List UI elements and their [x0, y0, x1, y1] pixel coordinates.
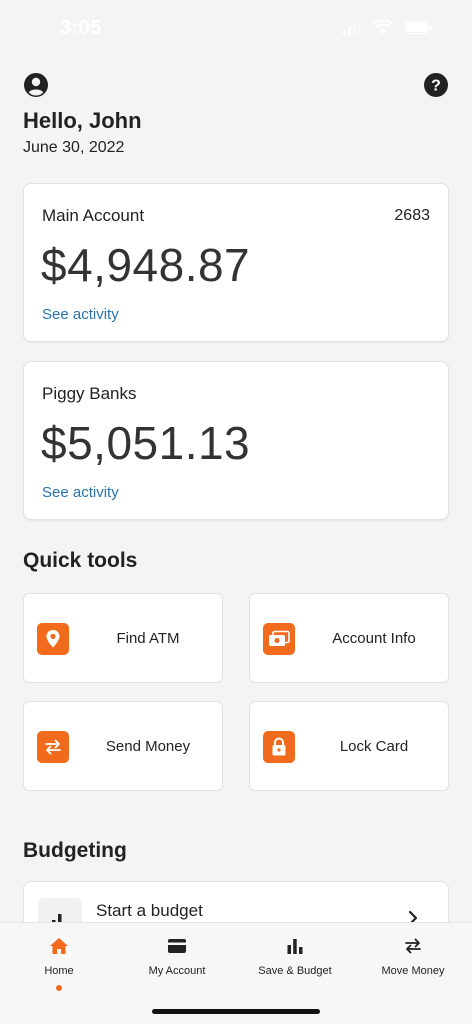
svg-text:?: ? — [431, 78, 441, 95]
greeting: Hello, John — [23, 108, 142, 133]
battery-icon — [405, 21, 432, 34]
transfer-arrows-icon — [37, 731, 69, 763]
current-date: June 30, 2022 — [23, 139, 125, 156]
profile-icon[interactable] — [23, 72, 49, 98]
status-icons — [343, 20, 432, 35]
find-atm-button[interactable]: Find ATM — [23, 593, 223, 683]
budget-card-title: Start a budget — [96, 901, 203, 920]
home-indicator — [152, 1009, 320, 1014]
home-screen: 3:05 ? Hello, John June 30, 2022 Main Ac… — [0, 0, 472, 1024]
see-activity-link[interactable]: See activity — [42, 306, 119, 323]
piggy-banks-card[interactable]: Piggy Banks $5,051.13 See activity — [23, 361, 449, 520]
home-icon — [50, 938, 68, 954]
nav-label: Save & Budget — [258, 965, 332, 977]
wifi-icon — [373, 20, 393, 34]
nav-home[interactable]: Home — [0, 935, 118, 995]
signal-icon — [343, 20, 361, 35]
card-icon — [168, 939, 186, 953]
active-indicator — [56, 985, 62, 991]
account-info-button[interactable]: Account Info — [249, 593, 449, 683]
quick-tools-title: Quick tools — [23, 549, 138, 572]
tool-label: Find ATM — [116, 630, 180, 647]
nav-move-money[interactable]: Move Money — [354, 935, 472, 995]
status-time: 3:05 — [60, 17, 103, 39]
account-title: Piggy Banks — [42, 384, 137, 403]
account-balance: $4,948.87 — [41, 239, 251, 291]
nav-save-budget[interactable]: Save & Budget — [236, 935, 354, 995]
send-money-button[interactable]: Send Money — [23, 701, 223, 791]
main-account-card[interactable]: Main Account 2683 $4,948.87 See activity — [23, 183, 449, 342]
lock-card-button[interactable]: Lock Card — [249, 701, 449, 791]
tool-label: Send Money — [105, 738, 191, 755]
account-balance: $5,051.13 — [41, 417, 251, 469]
tool-label: Lock Card — [339, 738, 409, 755]
account-title: Main Account — [42, 206, 145, 225]
nav-label: Home — [44, 965, 74, 977]
budgeting-title: Budgeting — [23, 839, 127, 862]
nav-label: Move Money — [381, 965, 445, 977]
tool-label: Account Info — [332, 630, 416, 647]
help-icon[interactable]: ? — [423, 72, 449, 98]
bar-chart-icon — [287, 939, 303, 954]
see-activity-link[interactable]: See activity — [42, 484, 119, 501]
nav-my-account[interactable]: My Account — [118, 935, 236, 995]
lock-icon — [263, 731, 295, 763]
account-number: 2683 — [394, 207, 430, 224]
status-bar: 3:05 — [0, 0, 472, 56]
money-bill-icon — [263, 623, 295, 655]
nav-label: My Account — [148, 965, 206, 977]
header: ? — [23, 70, 449, 100]
location-pin-icon — [37, 623, 69, 655]
transfer-arrows-icon — [405, 938, 421, 954]
